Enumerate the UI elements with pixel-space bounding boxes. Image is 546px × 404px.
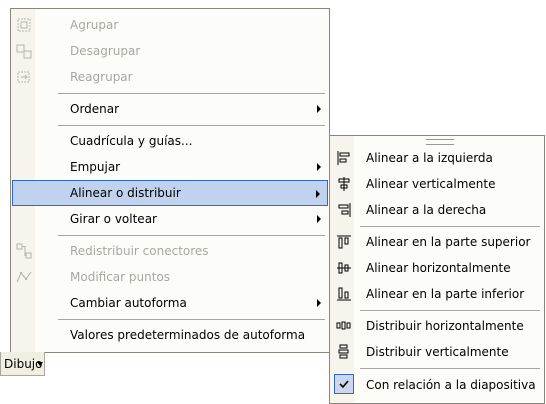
ungroup-icon — [16, 43, 32, 59]
align-left-icon — [336, 150, 352, 166]
menu-item-label: Alinear en la parte superior — [366, 235, 531, 249]
menu-item-label: Modificar puntos — [70, 270, 171, 284]
distribute-horizontal-icon — [336, 318, 352, 334]
menu-item-align-center[interactable]: Alinear verticalmente — [331, 171, 543, 197]
edit-points-icon — [16, 269, 32, 285]
menu-separator — [58, 319, 325, 320]
menu-item-label: Redistribuir conectores — [70, 244, 209, 258]
menu-item-distribute-vertical[interactable]: Distribuir verticalmente — [331, 339, 543, 365]
menu-item-label: Cambiar autoforma — [70, 296, 187, 310]
checkmark-icon — [334, 374, 354, 394]
menu-item-label: Distribuir verticalmente — [366, 345, 509, 359]
menu-item-autoshape-defaults[interactable]: Valores predeterminados de autoforma — [12, 322, 328, 348]
menu-item-label: Girar o voltear — [70, 212, 157, 226]
menu-item-group[interactable]: Agrupar — [12, 12, 328, 38]
menu-item-label: Alinear verticalmente — [366, 177, 496, 191]
chevron-down-icon — [37, 362, 43, 366]
distribute-vertical-icon — [336, 344, 352, 360]
align-distribute-submenu: Alinear a la izquierda Alinear verticalm… — [329, 135, 545, 381]
menu-item-align-middle[interactable]: Alinear horizontalmente — [331, 255, 543, 281]
menu-item-change-autoshape[interactable]: Cambiar autoforma — [12, 290, 328, 316]
align-middle-icon — [336, 260, 352, 276]
menu-item-ungroup[interactable]: Desagrupar — [12, 38, 328, 64]
menu-separator — [58, 93, 325, 94]
menu-item-align-right[interactable]: Alinear a la derecha — [331, 197, 543, 223]
menu-item-label: Reagrupar — [70, 70, 133, 84]
menu-item-label: Cuadrícula y guías... — [70, 134, 193, 148]
submenu-arrow-icon — [317, 163, 321, 171]
menu-item-label: Alinear en la parte inferior — [366, 287, 525, 301]
align-center-icon — [336, 176, 352, 192]
menu-item-edit-points[interactable]: Modificar puntos — [12, 264, 328, 290]
menu-item-label: Empujar — [70, 160, 121, 174]
menu-item-reroute-connectors[interactable]: Redistribuir conectores — [12, 238, 328, 264]
menu-item-label: Con relación a la diapositiva — [366, 378, 536, 392]
submenu-tail: Con relación a la diapositiva — [329, 370, 545, 404]
menu-item-label: Ordenar — [70, 102, 120, 116]
menu-item-align-left[interactable]: Alinear a la izquierda — [331, 145, 543, 171]
group-icon — [16, 17, 32, 33]
menu-item-label: Agrupar — [70, 18, 119, 32]
submenu-arrow-icon — [317, 215, 321, 223]
align-right-icon — [336, 202, 352, 218]
menu-item-label: Alinear o distribuir — [70, 186, 181, 200]
menu-item-regroup[interactable]: Reagrupar — [12, 64, 328, 90]
menu-item-distribute-horizontal[interactable]: Distribuir horizontalmente — [331, 313, 543, 339]
menu-item-label: Alinear horizontalmente — [366, 261, 511, 275]
menu-separator — [360, 226, 540, 227]
menu-item-label: Alinear a la derecha — [366, 203, 487, 217]
regroup-icon — [16, 69, 32, 85]
align-bottom-icon — [336, 286, 352, 302]
menu-item-align-bottom[interactable]: Alinear en la parte inferior — [331, 281, 543, 307]
reroute-connectors-icon — [16, 243, 32, 259]
submenu-arrow-icon — [316, 190, 320, 198]
menu-item-label: Alinear a la izquierda — [366, 151, 493, 165]
menu-item-grid-guides[interactable]: Cuadrícula y guías... — [12, 128, 328, 154]
draw-toolbar-button[interactable]: Dibujo — [0, 352, 45, 376]
submenu-arrow-icon — [317, 105, 321, 113]
menu-item-label: Valores predeterminados de autoforma — [70, 328, 306, 342]
menu-item-align-distribute[interactable]: Alinear o distribuir — [12, 180, 328, 206]
draw-menu: Agrupar Desagrupar Reagrupar Ordenar Cua… — [10, 8, 330, 353]
menu-separator — [58, 235, 325, 236]
menu-separator — [360, 368, 540, 369]
menu-item-relative-to-slide[interactable]: Con relación a la diapositiva — [331, 372, 543, 398]
menu-item-order[interactable]: Ordenar — [12, 96, 328, 122]
menu-separator — [58, 125, 325, 126]
menu-separator — [360, 310, 540, 311]
menu-item-rotate-flip[interactable]: Girar o voltear — [12, 206, 328, 232]
menu-item-label: Distribuir horizontalmente — [366, 319, 524, 333]
menu-item-nudge[interactable]: Empujar — [12, 154, 328, 180]
align-top-icon — [336, 234, 352, 250]
menu-item-label: Desagrupar — [70, 44, 141, 58]
menu-item-align-top[interactable]: Alinear en la parte superior — [331, 229, 543, 255]
submenu-arrow-icon — [317, 299, 321, 307]
